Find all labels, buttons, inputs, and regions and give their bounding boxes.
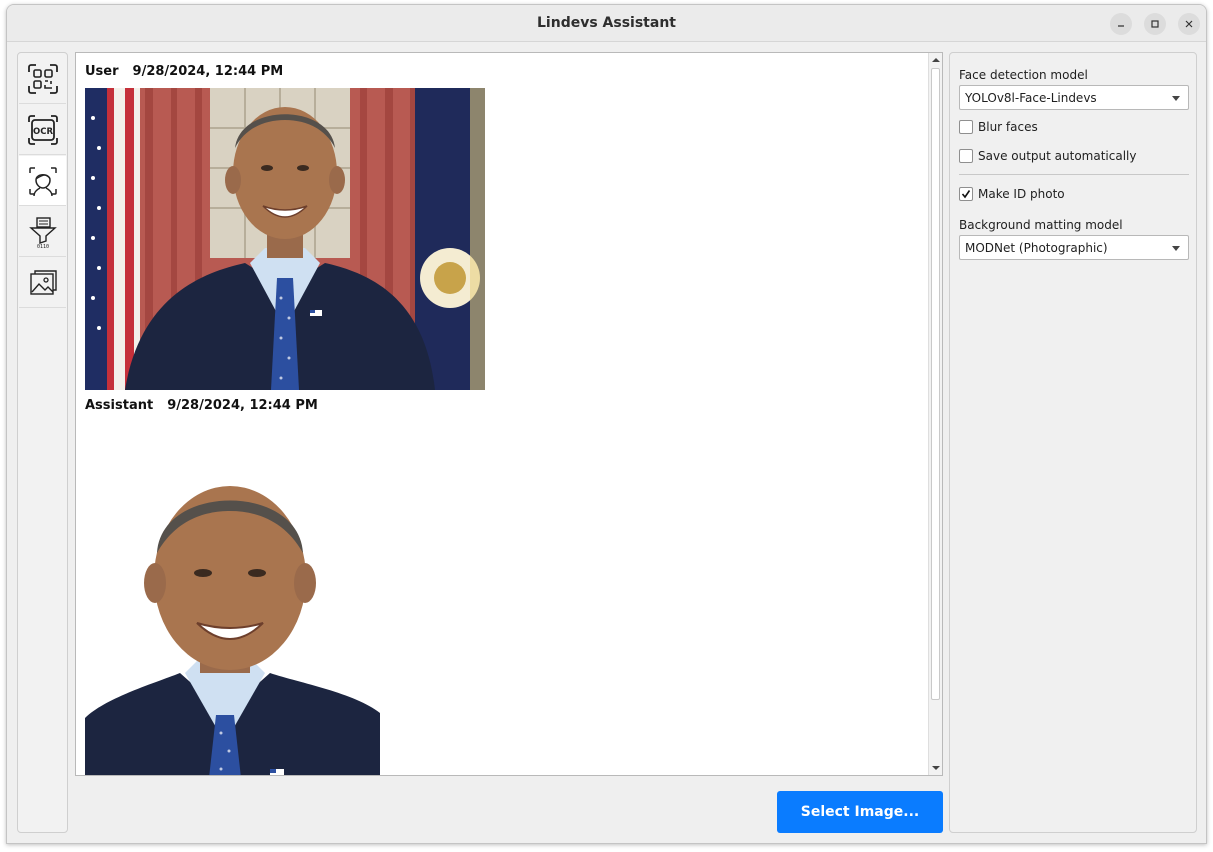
image-gallery-icon [29,269,57,295]
close-button[interactable] [1178,13,1200,35]
checkmark-icon [961,190,971,199]
chevron-down-icon [1172,246,1180,251]
divider [959,174,1189,175]
face-detection-icon [28,166,57,196]
face-detection-model-value: YOLOv8l-Face-Lindevs [965,91,1097,105]
scroll-up-arrow-icon[interactable] [931,55,941,65]
tool-image-gallery[interactable] [19,258,66,308]
ocr-icon: OCR [27,114,58,145]
scrollbar-thumb[interactable] [931,68,940,700]
scroll-down-arrow-icon[interactable] [931,763,941,773]
blur-faces-label[interactable]: Blur faces [978,120,1038,134]
make-id-photo-label[interactable]: Make ID photo [978,187,1065,201]
background-matting-model-select[interactable]: MODNet (Photographic) [959,235,1189,260]
qr-scan-icon [27,63,58,94]
close-icon [1185,20,1193,28]
face-detection-model-label: Face detection model [959,68,1088,82]
minimize-icon [1118,25,1124,27]
tool-document-filter[interactable]: 0110 [19,207,66,257]
save-output-label[interactable]: Save output automatically [978,149,1136,163]
maximize-button[interactable] [1144,13,1166,35]
svg-text:OCR: OCR [32,127,52,137]
blur-faces-checkbox[interactable] [959,120,973,134]
make-id-photo-checkbox[interactable] [959,187,973,201]
vertical-scrollbar[interactable] [928,53,942,775]
tool-sidebar: OCR 0110 [17,52,68,833]
svg-text:0110: 0110 [36,244,48,249]
conversation-view[interactable]: User 9/28/2024, 12:44 PM Assistant 9/28/… [75,52,943,776]
assistant-id-photo [85,473,380,775]
background-matting-model-value: MODNet (Photographic) [965,241,1108,255]
app-window: Lindevs Assistant OCR 0110 User 9/28/202… [6,4,1207,844]
document-filter-icon: 0110 [28,216,57,249]
minimize-button[interactable] [1110,13,1132,35]
message-timestamp: 9/28/2024, 12:44 PM [132,64,284,79]
face-detection-model-select[interactable]: YOLOv8l-Face-Lindevs [959,85,1189,110]
message-header-assistant: Assistant 9/28/2024, 12:44 PM [85,398,318,413]
user-uploaded-image [85,88,485,390]
title-bar[interactable]: Lindevs Assistant [7,5,1206,42]
tool-face-detection[interactable] [19,156,66,206]
settings-panel: Face detection model YOLOv8l-Face-Lindev… [949,52,1197,833]
message-author: Assistant [85,398,154,413]
select-image-button[interactable]: Select Image... [777,791,943,833]
window-title: Lindevs Assistant [537,15,676,31]
message-author: User [85,64,119,79]
tool-ocr[interactable]: OCR [19,105,66,155]
tool-qr-scanner[interactable] [19,54,66,104]
chevron-down-icon [1172,96,1180,101]
maximize-icon [1151,20,1159,28]
save-output-checkbox[interactable] [959,149,973,163]
message-timestamp: 9/28/2024, 12:44 PM [167,398,318,413]
message-header-user: User 9/28/2024, 12:44 PM [85,64,283,79]
background-matting-model-label: Background matting model [959,218,1123,232]
